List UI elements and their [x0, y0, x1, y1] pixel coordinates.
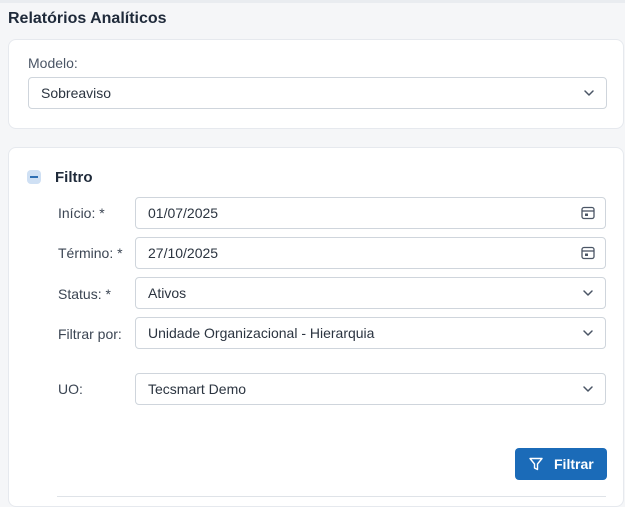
- uo-select-value: Tecsmart Demo: [148, 381, 247, 397]
- collapse-minus-icon[interactable]: [27, 170, 41, 184]
- funnel-icon: [529, 457, 543, 471]
- model-card: Modelo: Sobreaviso: [8, 39, 624, 129]
- status-select-value: Ativos: [148, 285, 187, 301]
- filter-card: Filtro Início: * 01/07/2025 Término: * 2…: [8, 147, 624, 507]
- filtrar-button[interactable]: Filtrar: [515, 448, 607, 480]
- calendar-icon[interactable]: [580, 205, 596, 221]
- page-title: Relatórios Analíticos: [8, 10, 167, 27]
- status-label: Status: *: [58, 286, 111, 302]
- termino-date-value: 27/10/2025: [148, 245, 219, 261]
- uo-select[interactable]: Tecsmart Demo: [135, 373, 606, 405]
- status-select[interactable]: Ativos: [135, 277, 606, 309]
- filtrar-por-label: Filtrar por:: [58, 326, 122, 342]
- filtrar-por-select[interactable]: Unidade Organizacional - Hierarquia: [135, 317, 606, 349]
- divider: [57, 496, 606, 497]
- filtrar-button-label: Filtrar: [554, 456, 594, 472]
- inicio-label: Início: *: [58, 205, 105, 221]
- termino-label: Término: *: [58, 245, 123, 261]
- calendar-icon[interactable]: [580, 245, 596, 261]
- uo-label: UO:: [58, 381, 83, 397]
- chevron-down-icon: [583, 386, 593, 392]
- chevron-down-icon: [583, 290, 593, 296]
- model-label: Modelo:: [28, 55, 78, 71]
- inicio-date-field[interactable]: 01/07/2025: [135, 197, 606, 229]
- inicio-date-value: 01/07/2025: [148, 205, 219, 221]
- top-divider: [0, 0, 625, 3]
- model-select-value: Sobreaviso: [41, 85, 112, 101]
- chevron-down-icon: [584, 90, 594, 96]
- filtrar-por-select-value: Unidade Organizacional - Hierarquia: [148, 325, 375, 341]
- filter-title: Filtro: [55, 169, 93, 186]
- termino-date-field[interactable]: 27/10/2025: [135, 237, 606, 269]
- model-select[interactable]: Sobreaviso: [28, 77, 607, 109]
- chevron-down-icon: [583, 330, 593, 336]
